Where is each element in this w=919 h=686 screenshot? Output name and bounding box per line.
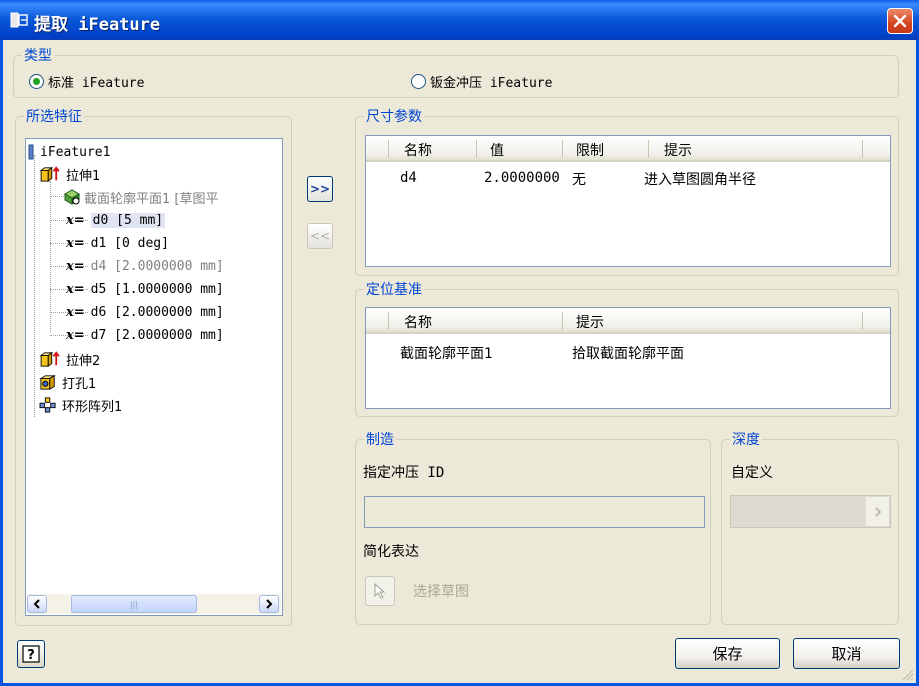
- window-title: 提取 iFeature: [34, 15, 161, 35]
- type-legend: 类型: [22, 45, 54, 65]
- column-header-name[interactable]: 名称: [404, 312, 432, 332]
- tree-extrude1-label: 拉伸1: [66, 168, 101, 184]
- svg-text:?: ?: [27, 648, 35, 663]
- radio-sheetmetal-label: 钣金冲压 iFeature: [430, 76, 553, 91]
- column-header-prompt[interactable]: 提示: [664, 140, 692, 160]
- cell-limit: 无: [572, 172, 586, 188]
- chevron-left-icon: [33, 599, 40, 609]
- tree-param-d4[interactable]: x= d4 [2.0000000 mm]: [66, 255, 224, 277]
- column-header-name[interactable]: 名称: [404, 140, 432, 160]
- column-header-value[interactable]: 值: [490, 140, 504, 160]
- tree-root[interactable]: iFeature1: [28, 141, 110, 163]
- tree-param-d1[interactable]: x= d1 [0 deg]: [66, 232, 169, 254]
- tree-param-d5-label: d5 [1.0000000 mm]: [90, 281, 224, 297]
- tree-param-d0-label: d0 [5 mm]: [90, 212, 166, 228]
- extrude-icon: [39, 351, 60, 367]
- tree-root-label: iFeature1: [40, 144, 111, 160]
- parameter-icon: x=: [66, 258, 85, 274]
- cancel-button[interactable]: 取消: [793, 638, 900, 669]
- scroll-right-button[interactable]: [259, 595, 279, 613]
- manufacture-legend: 制造: [364, 429, 396, 449]
- tree-pattern1-label: 环形阵列1: [62, 399, 123, 415]
- tree-param-d7[interactable]: x= d7 [2.0000000 mm]: [66, 324, 224, 346]
- radio-circle-unchecked: [411, 74, 426, 89]
- close-button[interactable]: [887, 8, 913, 34]
- tree-param-d1-label: d1 [0 deg]: [90, 235, 169, 251]
- tree-item-circular-pattern1[interactable]: 环形阵列1: [38, 394, 122, 416]
- depth-custom-label: 自定义: [731, 465, 773, 481]
- cell-prompt: 拾取截面轮廓平面: [572, 346, 684, 362]
- size-params-legend: 尺寸参数: [364, 106, 424, 126]
- scroll-thumb[interactable]: |||: [71, 595, 197, 613]
- tree-item-hole1[interactable]: 打孔1: [38, 371, 96, 393]
- tree-extrude2-label: 拉伸2: [66, 353, 101, 369]
- tree-param-d4-label: d4 [2.0000000 mm]: [90, 258, 224, 274]
- hole-icon: [39, 374, 56, 390]
- scroll-left-button[interactable]: [27, 595, 47, 613]
- depth-dropdown-button[interactable]: [865, 497, 889, 526]
- extrude-icon: [39, 166, 60, 182]
- radio-sheetmetal-ifeature[interactable]: 钣金冲压 iFeature: [411, 72, 552, 91]
- size-params-header: 名称 值 限制 提示: [366, 136, 890, 162]
- sketch-plane-icon: [64, 189, 80, 205]
- depth-dropdown[interactable]: [730, 495, 891, 528]
- cell-name: d4: [400, 170, 417, 186]
- size-params-table[interactable]: 名称 值 限制 提示 d4 2.0000000 无 进入草图圆角半径: [365, 135, 891, 267]
- ifeature-root-icon: [28, 144, 34, 160]
- parameter-icon: x=: [66, 212, 85, 228]
- ifeature-extract-icon: [10, 12, 28, 28]
- punch-id-input[interactable]: [364, 496, 705, 528]
- tree-hole1-label: 打孔1: [62, 376, 97, 392]
- circular-pattern-icon: [39, 397, 56, 413]
- chevron-right-icon: [874, 506, 881, 517]
- select-sketch-label: 选择草图: [413, 584, 469, 600]
- feature-tree[interactable]: iFeature1 拉伸1 截面轮廓平面1 [草图平 x= d0 [5 mm]: [25, 138, 283, 616]
- radio-standard-ifeature[interactable]: 标准 iFeature: [29, 72, 144, 91]
- close-icon: [893, 14, 907, 28]
- pointer-arrow-icon: [374, 583, 386, 599]
- title-bar[interactable]: 提取 iFeature: [0, 0, 919, 40]
- radio-standard-label: 标准 iFeature: [48, 76, 145, 91]
- depth-legend: 深度: [730, 429, 762, 449]
- tree-item-extrude2[interactable]: 拉伸2: [38, 348, 100, 370]
- select-sketch-button[interactable]: [365, 576, 395, 606]
- simplified-rep-label: 简化表达: [363, 544, 419, 560]
- tree-item-extrude1[interactable]: 拉伸1: [38, 163, 100, 185]
- parameter-icon: x=: [66, 304, 85, 320]
- selected-features-legend: 所选特征: [24, 106, 84, 126]
- cell-prompt: 进入草图圆角半径: [644, 172, 756, 188]
- help-button[interactable]: ?: [17, 640, 45, 668]
- resize-grip-icon[interactable]: [900, 667, 914, 681]
- punch-id-label: 指定冲压 ID: [363, 465, 445, 481]
- tree-param-d7-label: d7 [2.0000000 mm]: [90, 327, 224, 343]
- dialog-window: 提取 iFeature 类型 标准 iFeature 钣金冲压 iFeature…: [0, 0, 919, 686]
- chevron-right-icon: [266, 599, 273, 609]
- column-header-prompt[interactable]: 提示: [576, 312, 604, 332]
- remove-from-params-button[interactable]: <<: [307, 223, 333, 249]
- radio-circle-checked: [29, 74, 44, 89]
- position-geometry-legend: 定位基准: [364, 279, 424, 299]
- parameter-icon: x=: [66, 327, 85, 343]
- tree-sketch-plane-label: 截面轮廓平面1 [草图平: [84, 191, 219, 207]
- parameter-icon: x=: [66, 281, 85, 297]
- parameter-icon: x=: [66, 235, 85, 251]
- tree-param-d0[interactable]: x= d0 [5 mm]: [66, 209, 166, 231]
- add-to-params-button[interactable]: >>: [307, 176, 333, 202]
- save-button[interactable]: 保存: [675, 638, 780, 669]
- help-icon: ?: [22, 645, 40, 663]
- column-header-limit[interactable]: 限制: [576, 140, 604, 160]
- tree-item-sketch-plane[interactable]: 截面轮廓平面1 [草图平: [64, 186, 218, 208]
- cell-value: 2.0000000: [484, 170, 560, 186]
- position-geometry-table[interactable]: 名称 提示 截面轮廓平面1 拾取截面轮廓平面: [365, 307, 891, 409]
- cell-name: 截面轮廓平面1: [400, 346, 493, 362]
- tree-horizontal-scrollbar[interactable]: |||: [27, 594, 281, 614]
- tree-param-d5[interactable]: x= d5 [1.0000000 mm]: [66, 278, 224, 300]
- tree-param-d6-label: d6 [2.0000000 mm]: [90, 304, 224, 320]
- tree-param-d6[interactable]: x= d6 [2.0000000 mm]: [66, 301, 224, 323]
- position-geometry-header: 名称 提示: [366, 308, 890, 334]
